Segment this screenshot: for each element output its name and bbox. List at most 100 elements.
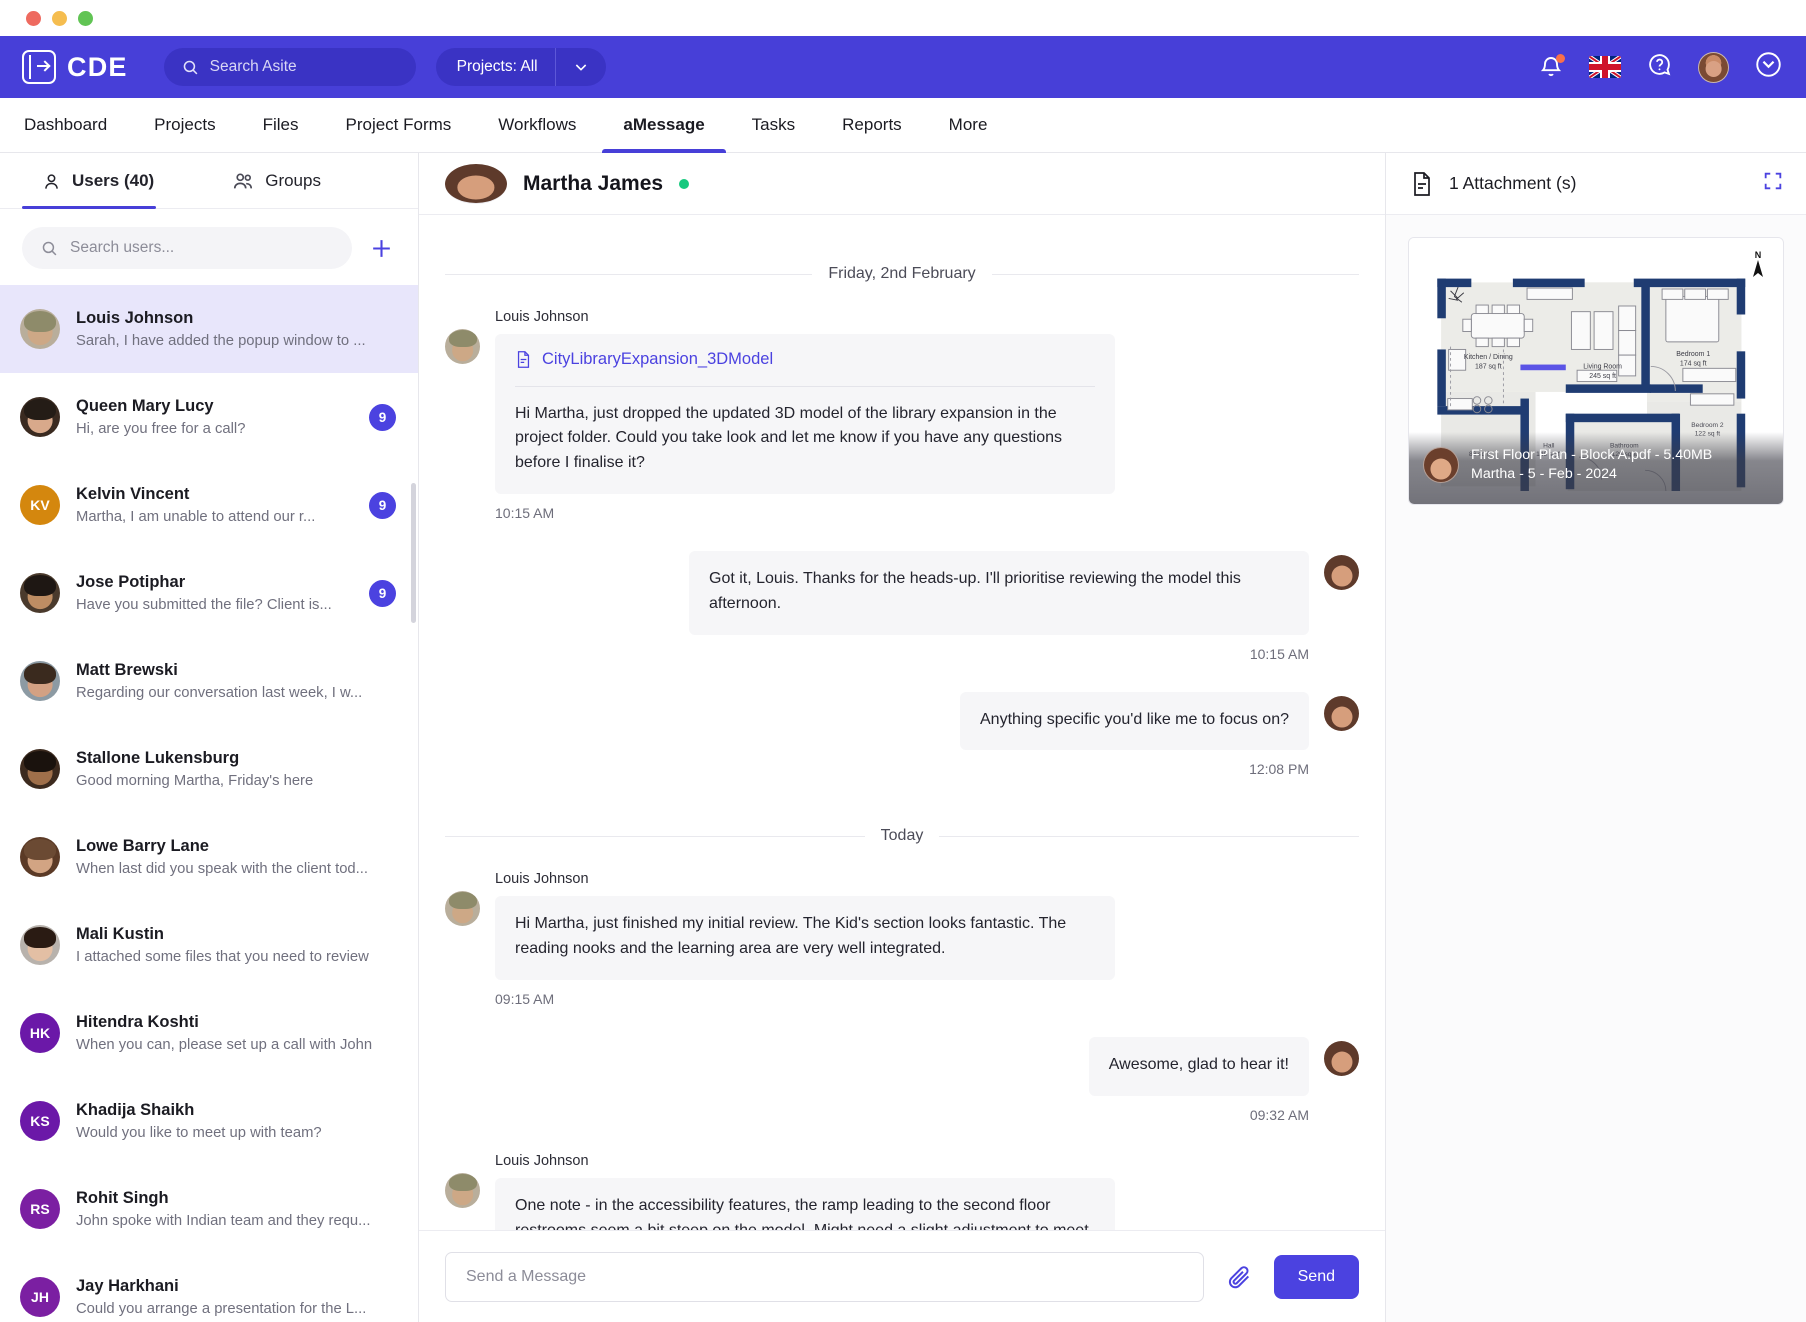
sidebar-search-row: Search users...: [0, 209, 418, 285]
cde-logo-icon: [22, 50, 56, 84]
nav-item-more[interactable]: More: [949, 98, 988, 153]
nav-item-amessage[interactable]: aMessage: [623, 98, 704, 153]
message-preview: Would you like to meet up with team?: [76, 1125, 396, 1141]
nav-item-tasks[interactable]: Tasks: [752, 98, 795, 153]
window-titlebar: [0, 0, 1806, 36]
chevron-down-icon[interactable]: [556, 59, 606, 75]
message-bubble: Got it, Louis. Thanks for the heads-up. …: [689, 551, 1309, 635]
message-preview: Regarding our conversation last week, I …: [76, 685, 396, 701]
uk-flag-icon[interactable]: [1589, 56, 1621, 78]
list-item-meta: Louis JohnsonSarah, I have added the pop…: [76, 309, 396, 349]
svg-text:Kitchen / Dining: Kitchen / Dining: [1464, 354, 1513, 361]
message-preview: I attached some files that you need to r…: [76, 949, 396, 965]
unread-badge: 9: [369, 404, 396, 431]
message-timestamp: 09:32 AM: [1250, 1107, 1309, 1123]
minimize-window-button[interactable]: [52, 11, 67, 26]
attach-file-button[interactable]: [1222, 1263, 1256, 1291]
list-item[interactable]: JHJay HarkhaniCould you arrange a presen…: [0, 1253, 418, 1322]
avatar: [20, 749, 60, 789]
list-item[interactable]: HK Hitendra Koshti When you can, please se…: [0, 989, 418, 1077]
tab-users[interactable]: Users (40): [42, 153, 154, 209]
nav-item-project-forms[interactable]: Project Forms: [346, 98, 452, 153]
svg-text:174 sq ft: 174 sq ft: [1680, 360, 1707, 367]
message-timestamp: 10:15 AM: [1250, 646, 1309, 662]
message-preview: Martha, I am unable to attend our r...: [76, 509, 353, 525]
user-name: Hitendra Koshti: [76, 1013, 396, 1032]
message-text: One note - in the accessibility features…: [515, 1194, 1095, 1230]
tab-groups[interactable]: Groups: [232, 153, 321, 209]
list-item-meta: Rohit SinghJohn spoke with Indian team a…: [76, 1189, 396, 1229]
divider: [445, 836, 865, 837]
top-bar: CDE Search Asite Projects: All: [0, 36, 1806, 98]
contact-avatar[interactable]: [445, 164, 507, 204]
message-text: Anything specific you'd like me to focus…: [980, 708, 1289, 733]
divider: [939, 836, 1359, 837]
global-search-placeholder: Search Asite: [210, 58, 297, 76]
message-attachment-link[interactable]: CityLibraryExpansion_3DModel: [515, 347, 1095, 387]
message-body: Awesome, glad to hear it! 09:32 AM: [445, 1037, 1309, 1147]
message-in: Louis JohnsonCityLibraryExpansion_3DMode…: [445, 309, 1359, 545]
message-bubble: CityLibraryExpansion_3DModelHi Martha, j…: [495, 334, 1115, 494]
list-item-meta: Matt BrewskiRegarding our conversation l…: [76, 661, 396, 701]
brand-logo[interactable]: CDE: [22, 50, 128, 84]
message-timestamp: 10:15 AM: [495, 505, 1359, 521]
list-item[interactable]: Matt BrewskiRegarding our conversation l…: [0, 637, 418, 725]
nav-item-files[interactable]: Files: [263, 98, 299, 153]
search-users-placeholder: Search users...: [70, 239, 174, 257]
main-content: Users (40) Groups Search users...: [0, 153, 1806, 1322]
avatar: JH: [20, 1277, 60, 1317]
list-item-meta: Stallone LukensburgGood morning Martha, …: [76, 749, 396, 789]
list-item[interactable]: KV Kelvin Vincent Martha, I am unable to a…: [0, 461, 418, 549]
message-preview: When you can, please set up a call with …: [76, 1037, 396, 1053]
list-item[interactable]: KSKhadija ShaikhWould you like to meet u…: [0, 1077, 418, 1165]
nav-item-workflows[interactable]: Workflows: [498, 98, 576, 153]
user-name: Kelvin Vincent: [76, 485, 353, 504]
user-name: Mali Kustin: [76, 925, 396, 944]
search-users-input[interactable]: Search users...: [22, 227, 352, 269]
add-conversation-button[interactable]: [366, 233, 396, 263]
message-input[interactable]: Send a Message: [445, 1252, 1204, 1302]
date-divider: Today: [445, 827, 1359, 845]
close-window-button[interactable]: [26, 11, 41, 26]
attachment-caption-text: First Floor Plan - Block A.pdf - 5.40MB …: [1471, 446, 1712, 484]
global-search-input[interactable]: Search Asite: [164, 48, 416, 86]
message-preview: John spoke with Indian team and they req…: [76, 1213, 396, 1229]
help-button[interactable]: [1647, 52, 1672, 82]
user-list[interactable]: Louis JohnsonSarah, I have added the pop…: [0, 285, 418, 1322]
sidebar-scrollbar[interactable]: [411, 483, 416, 623]
nav-item-reports[interactable]: Reports: [842, 98, 902, 153]
main-navigation: Dashboard Projects Files Project Forms Workf…: [0, 98, 1806, 153]
collapse-menu-button[interactable]: [1755, 51, 1782, 83]
message-bubble: Awesome, glad to hear it!: [1089, 1037, 1309, 1096]
message-input-placeholder: Send a Message: [466, 1268, 586, 1286]
nav-item-projects[interactable]: Projects: [154, 98, 215, 153]
list-item[interactable]: Stallone LukensburgGood morning Martha, …: [0, 725, 418, 813]
unread-badge: 9: [369, 580, 396, 607]
help-question-icon: [1647, 52, 1672, 77]
nav-item-dashboard[interactable]: Dashboard: [24, 98, 107, 153]
project-selector[interactable]: Projects: All: [436, 48, 606, 86]
message-body: Louis JohnsonOne note - in the accessibi…: [495, 1153, 1359, 1230]
compass-label: N: [1751, 250, 1765, 260]
list-item[interactable]: Queen Mary LucyHi, are you free for a ca…: [0, 373, 418, 461]
user-avatar[interactable]: [1698, 52, 1729, 83]
conversations-sidebar: Users (40) Groups Search users...: [0, 153, 419, 1322]
attachment-card[interactable]: Kitchen / Dining 187 sq ft Living Room 2…: [1408, 237, 1784, 505]
date-divider-label: Today: [881, 827, 924, 845]
list-item[interactable]: Jose PotipharHave you submitted the file…: [0, 549, 418, 637]
avatar: [1324, 555, 1359, 590]
avatar: HK: [20, 1013, 60, 1053]
avatar: KV: [20, 485, 60, 525]
notifications-button[interactable]: [1539, 55, 1563, 79]
message-thread[interactable]: Friday, 2nd FebruaryLouis JohnsonCityLib…: [419, 215, 1385, 1230]
list-item[interactable]: Mali Kustin I attached some files that yo…: [0, 901, 418, 989]
list-item[interactable]: Lowe Barry LaneWhen last did you speak w…: [0, 813, 418, 901]
tab-users-label: Users (40): [72, 171, 154, 191]
attachment-author-avatar: [1423, 447, 1459, 483]
send-button[interactable]: Send: [1274, 1255, 1359, 1299]
maximize-window-button[interactable]: [78, 11, 93, 26]
list-item[interactable]: RSRohit SinghJohn spoke with Indian team…: [0, 1165, 418, 1253]
user-name: Stallone Lukensburg: [76, 749, 396, 768]
expand-attachments-button[interactable]: [1762, 170, 1784, 197]
list-item[interactable]: Louis JohnsonSarah, I have added the pop…: [0, 285, 418, 373]
